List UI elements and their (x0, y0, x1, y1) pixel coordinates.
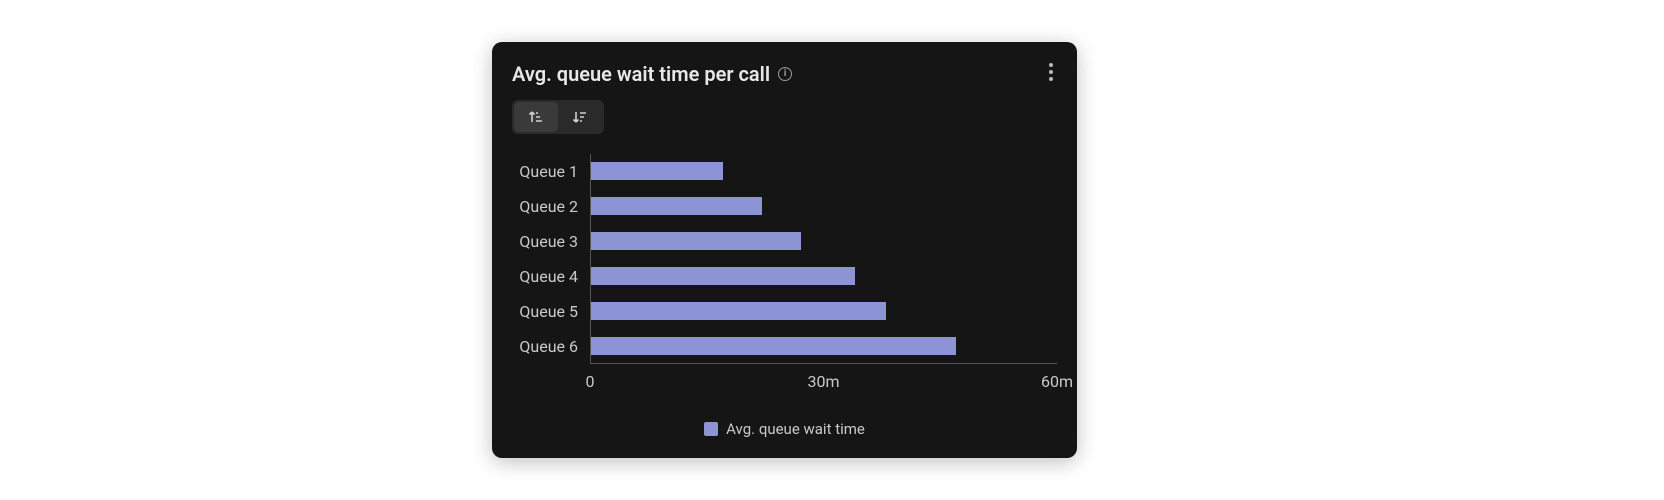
y-axis-category-label: Queue 2 (512, 197, 578, 216)
bar-row (591, 232, 1057, 250)
y-axis-category-label: Queue 6 (512, 337, 578, 356)
bar[interactable] (591, 162, 723, 180)
bar[interactable] (591, 267, 855, 285)
y-axis-category-label: Queue 4 (512, 267, 578, 286)
chart-area: Queue 1 Queue 2 Queue 3 Queue 4 Queue 5 Queue… (512, 154, 1057, 364)
sort-toggle-group (512, 100, 604, 134)
y-axis-category-label: Queue 5 (512, 302, 578, 321)
bar[interactable] (591, 337, 956, 355)
card-title: Avg. queue wait time per call (512, 62, 770, 86)
sort-descending-button[interactable] (558, 102, 602, 132)
bar-row (591, 267, 1057, 285)
chart-plot (590, 154, 1057, 364)
x-tick: 0 (586, 372, 595, 391)
card-menu-button[interactable] (1039, 60, 1063, 84)
bar-row (591, 302, 1057, 320)
x-axis: 0 30m 60m (590, 372, 1057, 392)
sort-asc-icon (528, 109, 544, 125)
x-tick: 30m (807, 372, 839, 391)
bar-row (591, 337, 1057, 355)
legend-swatch (704, 422, 718, 436)
y-axis-category-label: Queue 1 (512, 162, 578, 181)
bar[interactable] (591, 197, 762, 215)
x-tick: 60m (1041, 372, 1073, 391)
chart-card: Avg. queue wait time per call i Queue 1Q… (492, 42, 1077, 458)
chart-legend: Avg. queue wait time (512, 420, 1057, 438)
bar-row (591, 162, 1057, 180)
bar-row (591, 197, 1057, 215)
sort-desc-icon (572, 109, 588, 125)
card-header: Avg. queue wait time per call i (512, 62, 1057, 86)
legend-label: Avg. queue wait time (726, 420, 865, 438)
sort-ascending-button[interactable] (514, 102, 558, 132)
info-icon[interactable]: i (778, 67, 792, 81)
y-axis-category-label: Queue 3 (512, 232, 578, 251)
y-axis-labels: Queue 1 Queue 2 Queue 3 Queue 4 Queue 5 Queue… (512, 154, 590, 364)
bar[interactable] (591, 232, 801, 250)
kebab-icon (1049, 63, 1053, 81)
bar[interactable] (591, 302, 886, 320)
